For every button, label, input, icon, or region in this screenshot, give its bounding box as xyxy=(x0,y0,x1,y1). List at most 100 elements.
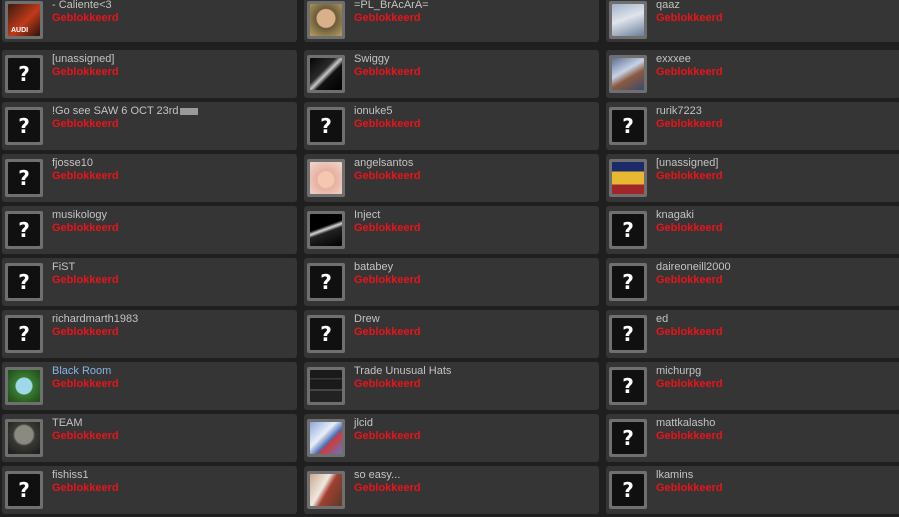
avatar[interactable] xyxy=(609,1,647,39)
friend-card[interactable]: ? rurik7223 Geblokkeerd xyxy=(606,102,899,150)
avatar[interactable]: ? xyxy=(5,315,43,353)
friend-name[interactable]: ed xyxy=(656,313,668,326)
helmet-image xyxy=(310,474,342,506)
avatar[interactable] xyxy=(5,1,43,39)
avatar[interactable]: ? xyxy=(5,263,43,301)
avatar[interactable] xyxy=(307,55,345,93)
avatar[interactable]: ? xyxy=(609,211,647,249)
avatar[interactable] xyxy=(307,367,345,405)
avatar[interactable]: ? xyxy=(307,315,345,353)
friend-card[interactable]: angelsantos Geblokkeerd xyxy=(304,154,599,202)
avatar[interactable] xyxy=(307,1,345,39)
avatar[interactable]: ? xyxy=(5,107,43,145)
friend-card[interactable]: ? richardmarth1983 Geblokkeerd xyxy=(2,310,297,358)
unknown-avatar-icon: ? xyxy=(8,266,40,298)
friend-card[interactable]: =PL_BrAcArA= Geblokkeerd xyxy=(304,0,599,42)
friend-name[interactable]: ionuke5 xyxy=(354,105,393,118)
friend-name[interactable]: mattkalasho xyxy=(656,417,715,430)
friend-name[interactable]: batabey xyxy=(354,261,393,274)
avatar[interactable]: ? xyxy=(5,211,43,249)
friend-card[interactable]: ? FiST Geblokkeerd xyxy=(2,258,297,306)
friend-card[interactable]: ? knagaki Geblokkeerd xyxy=(606,206,899,254)
friend-card[interactable]: TEAM Geblokkeerd xyxy=(2,414,297,462)
avatar[interactable] xyxy=(609,55,647,93)
friend-name[interactable]: rurik7223 xyxy=(656,105,702,118)
avatar[interactable]: ? xyxy=(609,471,647,509)
friend-name[interactable]: knagaki xyxy=(656,209,694,222)
friend-name[interactable]: angelsantos xyxy=(354,157,413,170)
avatar[interactable]: ? xyxy=(5,471,43,509)
friend-name[interactable]: lkamins xyxy=(656,469,693,482)
friend-name[interactable]: musikology xyxy=(52,209,107,222)
avatar[interactable] xyxy=(307,419,345,457)
friend-card[interactable]: ? mattkalasho Geblokkeerd xyxy=(606,414,899,462)
friend-card[interactable]: so easy... Geblokkeerd xyxy=(304,466,599,514)
friend-name[interactable]: exxxee xyxy=(656,53,691,66)
friend-card[interactable]: Swiggy Geblokkeerd xyxy=(304,50,599,98)
friend-card[interactable]: Inject Geblokkeerd xyxy=(304,206,599,254)
avatar[interactable] xyxy=(307,159,345,197)
avatar[interactable]: ? xyxy=(5,159,43,197)
friend-card[interactable]: - Caliente<3Geblokkeerd xyxy=(2,0,297,42)
avatar[interactable]: ? xyxy=(609,419,647,457)
friend-card[interactable]: ? lkamins Geblokkeerd xyxy=(606,466,899,514)
friend-card[interactable]: [unassigned] Geblokkeerd xyxy=(606,154,899,202)
dark-abstract-image xyxy=(310,58,342,90)
friend-name[interactable]: michurpg xyxy=(656,365,701,378)
status-label: Geblokkeerd xyxy=(354,170,421,182)
friend-card[interactable]: jlcid Geblokkeerd xyxy=(304,414,599,462)
friend-name[interactable]: TEAM xyxy=(52,417,83,430)
friend-name[interactable]: [unassigned] xyxy=(52,53,114,66)
avatar[interactable] xyxy=(5,419,43,457)
avatar[interactable]: ? xyxy=(609,263,647,301)
avatar[interactable] xyxy=(307,471,345,509)
friend-name[interactable]: fishiss1 xyxy=(52,469,89,482)
avatar[interactable]: ? xyxy=(307,263,345,301)
friend-name[interactable]: fjosse10 xyxy=(52,157,93,170)
avatar[interactable]: ? xyxy=(609,315,647,353)
friend-card[interactable]: ? musikology Geblokkeerd xyxy=(2,206,297,254)
friend-name[interactable]: !Go see SAW 6 OCT 23rd xyxy=(52,105,198,118)
avatar[interactable]: ? xyxy=(609,107,647,145)
friend-name[interactable]: - Caliente<3 xyxy=(52,0,112,12)
avatar[interactable]: ? xyxy=(609,367,647,405)
status-label: Geblokkeerd xyxy=(354,482,421,494)
friend-card[interactable]: qaaz Geblokkeerd xyxy=(606,0,899,42)
friend-name[interactable]: Drew xyxy=(354,313,380,326)
friend-name[interactable]: Black Room xyxy=(52,365,111,378)
friend-name[interactable]: jlcid xyxy=(354,417,373,430)
friend-name[interactable]: so easy... xyxy=(354,469,400,482)
avatar[interactable] xyxy=(307,211,345,249)
friend-name[interactable]: qaaz xyxy=(656,0,680,12)
friend-card[interactable]: ? !Go see SAW 6 OCT 23rd Geblokkeerd xyxy=(2,102,297,150)
friend-name[interactable]: Trade Unusual Hats xyxy=(354,365,451,378)
friend-card[interactable]: ? Drew Geblokkeerd xyxy=(304,310,599,358)
friend-card[interactable]: ? batabey Geblokkeerd xyxy=(304,258,599,306)
friend-card[interactable]: ? ed Geblokkeerd xyxy=(606,310,899,358)
avatar[interactable]: ? xyxy=(5,55,43,93)
friend-card[interactable]: exxxee Geblokkeerd xyxy=(606,50,899,98)
green-character-image xyxy=(8,370,40,402)
friend-card[interactable]: ? ionuke5 Geblokkeerd xyxy=(304,102,599,150)
unknown-avatar-icon: ? xyxy=(612,266,644,298)
friend-card[interactable]: ? fishiss1 Geblokkeerd xyxy=(2,466,297,514)
friend-name[interactable]: daireoneill2000 xyxy=(656,261,731,274)
friend-card[interactable]: ? michurpg Geblokkeerd xyxy=(606,362,899,410)
avatar[interactable] xyxy=(5,367,43,405)
friend-card[interactable]: ? daireoneill2000 Geblokkeerd xyxy=(606,258,899,306)
friend-name[interactable]: richardmarth1983 xyxy=(52,313,138,326)
friend-card[interactable]: Trade Unusual Hats Geblokkeerd xyxy=(304,362,599,410)
friend-card[interactable]: ? [unassigned] Geblokkeerd xyxy=(2,50,297,98)
friend-name[interactable]: FiST xyxy=(52,261,75,274)
friend-card[interactable]: ? fjosse10 Geblokkeerd xyxy=(2,154,297,202)
status-label: Geblokkeerd xyxy=(656,326,723,338)
friend-name[interactable]: [unassigned] xyxy=(656,157,718,170)
avatar[interactable] xyxy=(609,159,647,197)
friend-card[interactable]: Black Room Geblokkeerd xyxy=(2,362,297,410)
status-label: Geblokkeerd xyxy=(354,118,421,130)
friend-name[interactable]: Inject xyxy=(354,209,380,222)
friend-name[interactable]: =PL_BrAcArA= xyxy=(354,0,429,12)
avatar[interactable]: ? xyxy=(307,107,345,145)
friend-name[interactable]: Swiggy xyxy=(354,53,389,66)
pink-character-image xyxy=(310,162,342,194)
